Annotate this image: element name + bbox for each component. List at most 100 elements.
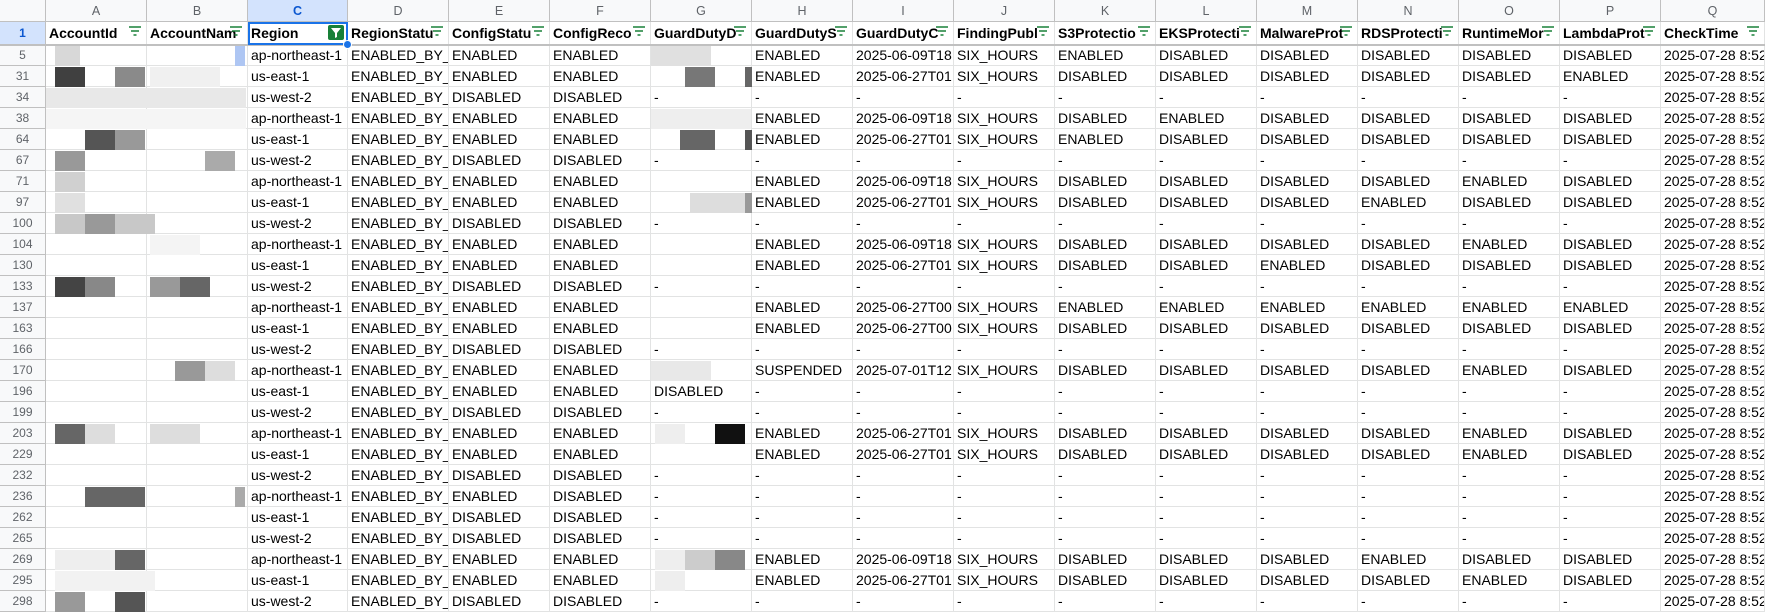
- cell-n[interactable]: DISABLED: [1358, 45, 1459, 66]
- cell-m[interactable]: DISABLED: [1257, 45, 1358, 66]
- filter-icon[interactable]: [1238, 26, 1252, 38]
- cell-i[interactable]: -: [853, 486, 954, 507]
- header-cell[interactable]: RuntimeMor: [1459, 22, 1560, 45]
- cell-i[interactable]: 2025-07-01T12:0: [853, 360, 954, 381]
- cell-l[interactable]: -: [1156, 276, 1257, 297]
- cell-n[interactable]: DISABLED: [1358, 171, 1459, 192]
- header-cell[interactable]: AccountId: [46, 22, 147, 45]
- row-number[interactable]: 166: [0, 339, 46, 360]
- cell-m[interactable]: DISABLED: [1257, 423, 1358, 444]
- cell-f[interactable]: ENABLED: [550, 192, 651, 213]
- cell-e[interactable]: ENABLED: [449, 423, 550, 444]
- cell-f[interactable]: ENABLED: [550, 129, 651, 150]
- active-filter-icon[interactable]: [328, 25, 344, 40]
- cell-d[interactable]: ENABLED_BY_I: [348, 570, 449, 591]
- cell-i[interactable]: 2025-06-27T01:0: [853, 423, 954, 444]
- column-header-n[interactable]: N: [1358, 0, 1459, 22]
- cell-g[interactable]: -: [651, 465, 752, 486]
- header-cell[interactable]: CheckTime: [1661, 22, 1765, 45]
- cell-b[interactable]: [147, 381, 248, 402]
- cell-o[interactable]: -: [1459, 402, 1560, 423]
- cell-j[interactable]: SIX_HOURS: [954, 171, 1055, 192]
- row-number[interactable]: 229: [0, 444, 46, 465]
- column-header-o[interactable]: O: [1459, 0, 1560, 22]
- cell-q[interactable]: 2025-07-28 8:52: [1661, 465, 1765, 486]
- cell-b[interactable]: [147, 171, 248, 192]
- cell-e[interactable]: DISABLED: [449, 150, 550, 171]
- cell-h[interactable]: -: [752, 486, 853, 507]
- cell-i[interactable]: 2025-06-27T00:4: [853, 318, 954, 339]
- cell-l[interactable]: -: [1156, 528, 1257, 549]
- cell-d[interactable]: ENABLED_BY_I: [348, 150, 449, 171]
- cell-g[interactable]: -: [651, 528, 752, 549]
- cell-l[interactable]: -: [1156, 87, 1257, 108]
- cell-p[interactable]: DISABLED: [1560, 234, 1661, 255]
- cell-l[interactable]: DISABLED: [1156, 234, 1257, 255]
- cell-q[interactable]: 2025-07-28 8:52: [1661, 402, 1765, 423]
- cell-i[interactable]: 2025-06-27T01:0: [853, 255, 954, 276]
- cell-e[interactable]: ENABLED: [449, 318, 550, 339]
- column-header-f[interactable]: F: [550, 0, 651, 22]
- cell-q[interactable]: 2025-07-28 8:52: [1661, 339, 1765, 360]
- cell-i[interactable]: -: [853, 402, 954, 423]
- cell-e[interactable]: DISABLED: [449, 213, 550, 234]
- cell-i[interactable]: -: [853, 213, 954, 234]
- cell-k[interactable]: DISABLED: [1055, 108, 1156, 129]
- header-cell[interactable]: RegionStatu: [348, 22, 449, 45]
- cell-c[interactable]: us-east-1: [248, 444, 348, 465]
- cell-p[interactable]: DISABLED: [1560, 444, 1661, 465]
- cell-o[interactable]: -: [1459, 507, 1560, 528]
- cell-n[interactable]: DISABLED: [1358, 129, 1459, 150]
- cell-e[interactable]: ENABLED: [449, 549, 550, 570]
- cell-f[interactable]: DISABLED: [550, 339, 651, 360]
- cell-j[interactable]: SIX_HOURS: [954, 570, 1055, 591]
- cell-d[interactable]: ENABLED_BY_I: [348, 528, 449, 549]
- cell-h[interactable]: -: [752, 465, 853, 486]
- cell-p[interactable]: DISABLED: [1560, 192, 1661, 213]
- row-number[interactable]: 64: [0, 129, 46, 150]
- header-cell[interactable]: GuardDutyS: [752, 22, 853, 45]
- row-number[interactable]: 236: [0, 486, 46, 507]
- row-number[interactable]: 97: [0, 192, 46, 213]
- cell-k[interactable]: DISABLED: [1055, 192, 1156, 213]
- cell-o[interactable]: -: [1459, 87, 1560, 108]
- cell-p[interactable]: DISABLED: [1560, 360, 1661, 381]
- header-cell[interactable]: AccountNam: [147, 22, 248, 45]
- cell-a[interactable]: [46, 528, 147, 549]
- cell-o[interactable]: -: [1459, 150, 1560, 171]
- cell-j[interactable]: SIX_HOURS: [954, 360, 1055, 381]
- row-number[interactable]: 38: [0, 108, 46, 129]
- cell-e[interactable]: ENABLED: [449, 486, 550, 507]
- cell-j[interactable]: -: [954, 150, 1055, 171]
- cell-a[interactable]: [46, 402, 147, 423]
- cell-q[interactable]: 2025-07-28 8:52: [1661, 171, 1765, 192]
- row-number[interactable]: 67: [0, 150, 46, 171]
- cell-l[interactable]: ENABLED: [1156, 108, 1257, 129]
- cell-n[interactable]: -: [1358, 402, 1459, 423]
- cell-k[interactable]: DISABLED: [1055, 549, 1156, 570]
- cell-p[interactable]: -: [1560, 465, 1661, 486]
- cell-h[interactable]: ENABLED: [752, 192, 853, 213]
- cell-l[interactable]: DISABLED: [1156, 66, 1257, 87]
- cell-l[interactable]: -: [1156, 150, 1257, 171]
- cell-c[interactable]: us-east-1: [248, 192, 348, 213]
- cell-q[interactable]: 2025-07-28 8:52: [1661, 591, 1765, 612]
- cell-d[interactable]: ENABLED_BY_I: [348, 402, 449, 423]
- cell-o[interactable]: -: [1459, 213, 1560, 234]
- header-cell[interactable]: GuardDutyD: [651, 22, 752, 45]
- cell-p[interactable]: -: [1560, 339, 1661, 360]
- row-number[interactable]: 31: [0, 66, 46, 87]
- cell-f[interactable]: ENABLED: [550, 444, 651, 465]
- cell-l[interactable]: -: [1156, 591, 1257, 612]
- cell-o[interactable]: DISABLED: [1459, 45, 1560, 66]
- cell-e[interactable]: ENABLED: [449, 66, 550, 87]
- cell-p[interactable]: DISABLED: [1560, 45, 1661, 66]
- cell-f[interactable]: ENABLED: [550, 45, 651, 66]
- cell-p[interactable]: -: [1560, 486, 1661, 507]
- cell-m[interactable]: ENABLED: [1257, 297, 1358, 318]
- cell-g[interactable]: [651, 234, 752, 255]
- cell-n[interactable]: -: [1358, 276, 1459, 297]
- cell-f[interactable]: DISABLED: [550, 213, 651, 234]
- selection-handle[interactable]: [343, 40, 352, 49]
- cell-g[interactable]: DISABLED: [651, 381, 752, 402]
